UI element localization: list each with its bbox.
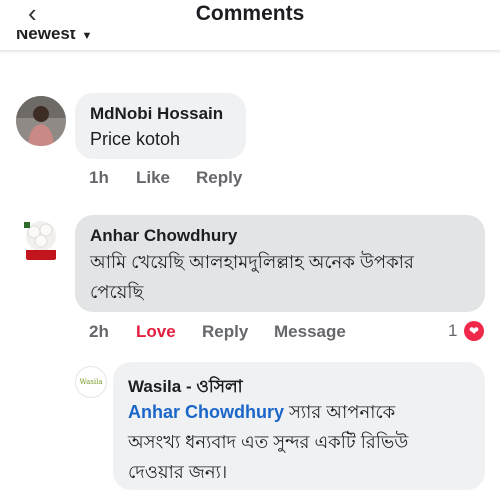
reply-text-span: স্যার আপনাকে xyxy=(284,402,396,422)
mention-link[interactable]: Anhar Chowdhury xyxy=(128,402,284,422)
comment-text: Price kotoh xyxy=(90,129,181,149)
comment-time: 2h xyxy=(89,322,109,341)
heart-icon: ❤ xyxy=(464,321,484,341)
reaction-count[interactable]: 1 xyxy=(448,321,457,341)
comment-author[interactable]: MdNobi Hossain xyxy=(90,104,223,124)
reply-text-line-3: দেওয়ার জন্য। xyxy=(128,462,228,482)
reply-text-line-1: Anhar Chowdhury স্যার আপনাকে xyxy=(128,397,395,427)
top-bar: ‹ Comments xyxy=(0,0,500,30)
page-title: Comments xyxy=(195,2,305,25)
comment-text-line-2: পেয়েছি xyxy=(90,282,144,302)
reply-button[interactable]: Reply xyxy=(202,322,248,342)
love-button[interactable]: Love xyxy=(136,322,176,342)
like-button[interactable]: Like xyxy=(136,168,170,188)
comment-text-line-1: আমি খেয়েছি আলহামদুলিল্লাহ অনেক উপকার xyxy=(90,252,414,272)
avatar[interactable]: Wasila xyxy=(75,366,107,398)
sort-dropdown[interactable]: Newest ▼ xyxy=(16,30,92,44)
comment-time: 1h xyxy=(89,168,109,187)
comment-author[interactable]: Anhar Chowdhury xyxy=(90,226,237,246)
sort-label: Newest xyxy=(16,30,76,43)
message-button[interactable]: Message xyxy=(274,322,346,342)
header-divider xyxy=(0,50,500,54)
caret-down-icon: ▼ xyxy=(81,30,93,42)
avatar[interactable] xyxy=(16,96,66,146)
avatar-logo: Wasila xyxy=(79,378,103,386)
avatar[interactable] xyxy=(16,214,66,264)
reply-button[interactable]: Reply xyxy=(196,168,242,188)
reply-text-line-2: অসংখ্য ধন্যবাদ এত সুন্দর একটি রিভিউ xyxy=(128,432,409,452)
sort-bar: Newest ▼ xyxy=(0,30,500,52)
